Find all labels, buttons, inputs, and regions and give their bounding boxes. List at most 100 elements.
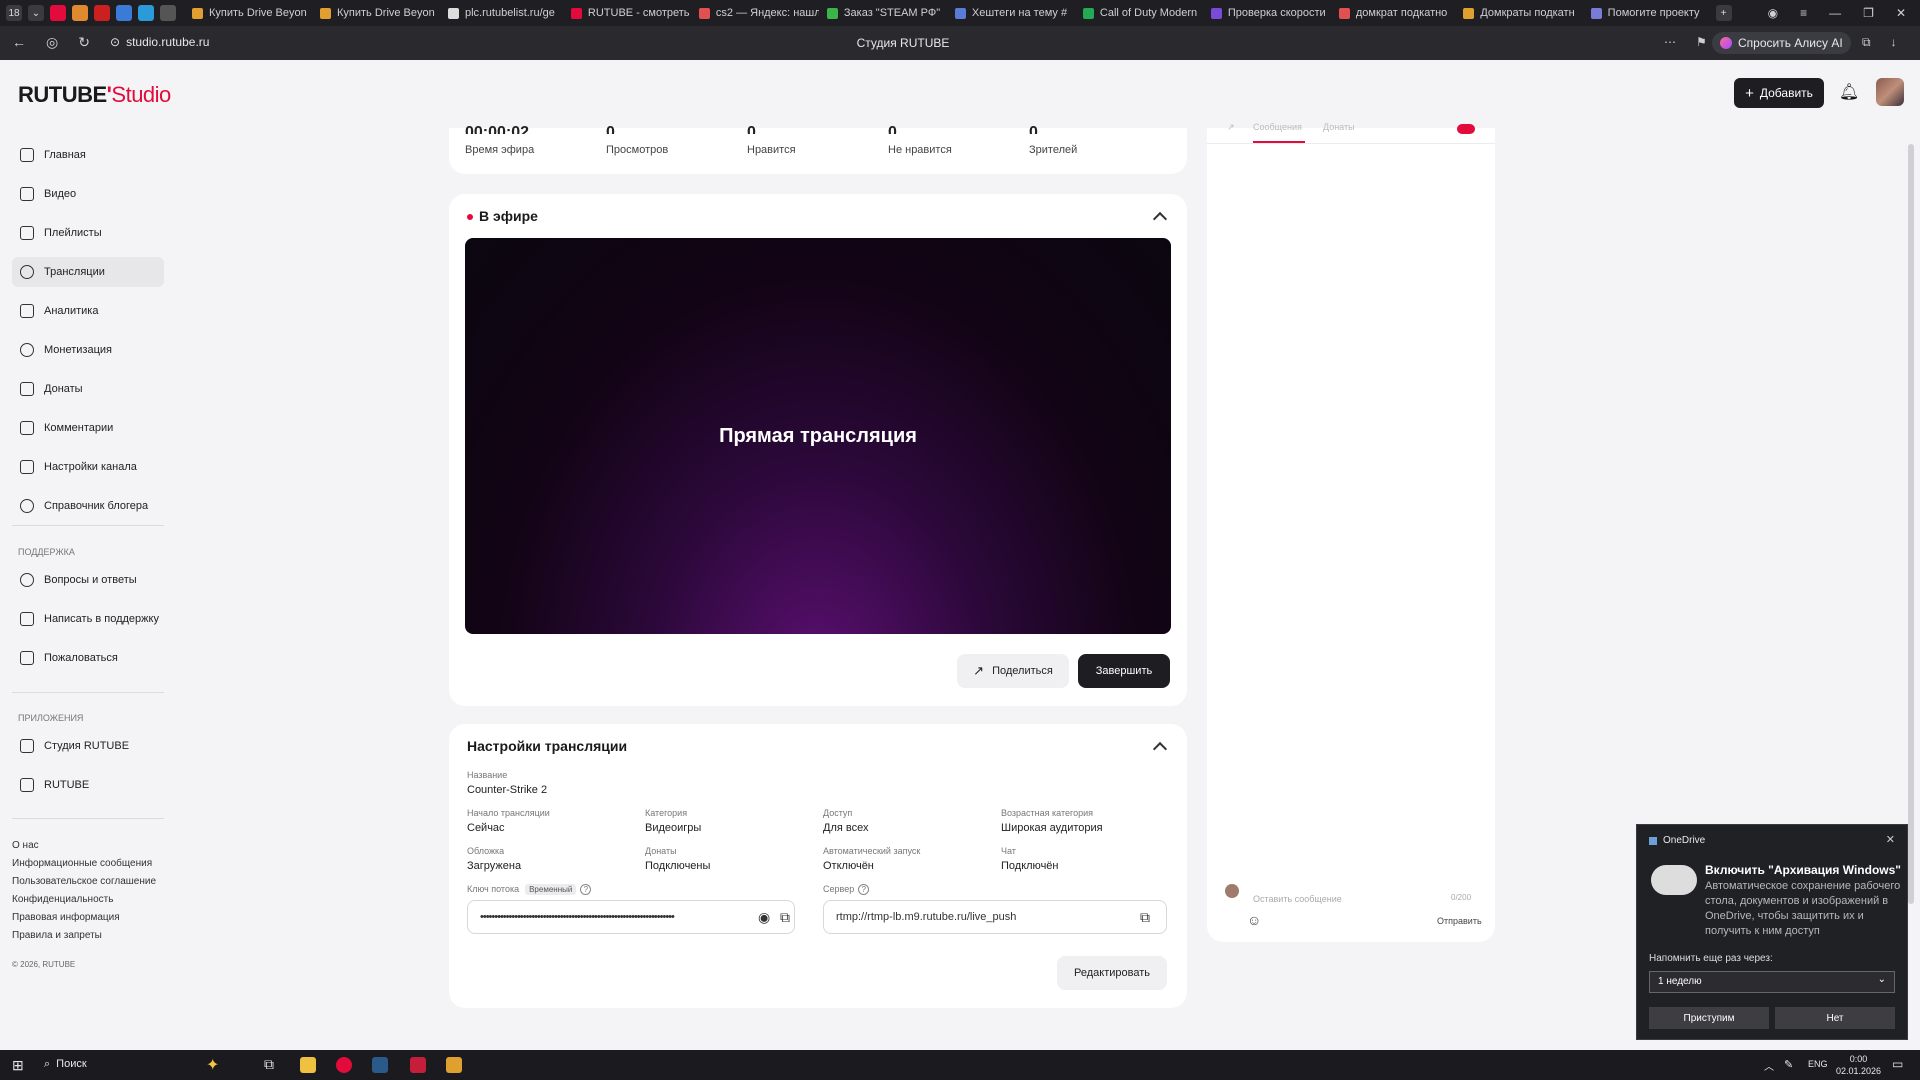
eye-icon[interactable]: ◉ [758,910,772,924]
copilot-icon[interactable]: ✦ [206,1055,219,1075]
explorer-icon[interactable] [300,1057,316,1073]
browser-tab[interactable]: Хештеги на тему # [947,0,1075,26]
video-icon [20,187,34,201]
sidebar-item-home[interactable]: Главная [12,140,164,170]
browser-tab-label: Хештеги на тему # [971,7,1068,19]
tab-messages[interactable]: Сообщения [1253,122,1302,132]
stream-key-field[interactable]: ••••••••••••••••••••••••••••••••••••••••… [467,900,795,934]
sidebar-item-flag[interactable]: Пожаловаться [12,643,164,673]
browser-tab[interactable]: Call of Duty Modern [1075,0,1203,26]
send-button[interactable]: Отправить [1437,916,1482,926]
pinned-tab-icon[interactable] [50,5,66,21]
tab-favicon-icon [954,7,966,19]
more-icon[interactable]: ⋯ [1664,35,1676,49]
app-icon[interactable] [410,1057,426,1073]
avatar[interactable] [1876,78,1904,106]
tab-count-badge[interactable]: 18 [6,5,22,21]
sidebar-item-studio[interactable]: Студия RUTUBE [12,731,164,761]
footer-link[interactable]: О нас [12,840,39,851]
bell-icon[interactable]: 🔔︎ [1838,82,1860,104]
help-icon[interactable]: ? [580,884,592,895]
taskbar-search[interactable]: ⌕ Поиск [44,1058,87,1071]
footer-link[interactable]: Конфиденциальность [12,894,113,905]
alisa-button[interactable]: Спросить Алису AI [1712,32,1851,54]
footer-link[interactable]: Информационные сообщения [12,858,152,869]
decline-button[interactable]: Нет [1775,1007,1895,1029]
close-icon[interactable]: ✕ [1896,6,1906,20]
studio-logo[interactable]: RUTUBE'Studio [18,82,171,108]
pinned-tab-icon[interactable] [72,5,88,21]
tabs-menu-icon[interactable]: ⌄ [28,5,44,21]
profile-icon[interactable]: ◉ [1768,6,1778,20]
app-icon[interactable] [446,1057,462,1073]
pinned-tab-icon[interactable] [116,5,132,21]
finish-button[interactable]: Завершить [1078,654,1170,688]
sidebar-item-comments[interactable]: Комментарии [12,413,164,443]
sidebar-item-gear[interactable]: Настройки канала [12,452,164,482]
edit-button[interactable]: Редактировать [1057,956,1167,990]
browser-tab[interactable]: Купить Drive Beyon [184,0,312,26]
windows-start-icon[interactable]: ⊞ [12,1057,24,1074]
sidebar-item-donations[interactable]: Донаты [12,374,164,404]
pinned-tab-icon[interactable] [94,5,110,21]
footer-link[interactable]: Правовая информация [12,912,120,923]
browser-tab[interactable]: Проверка скорости [1203,0,1331,26]
clock[interactable]: 0:00 02.01.2026 [1836,1053,1881,1077]
remind-select[interactable]: 1 неделю ⌄ [1649,971,1895,993]
browser-tab[interactable]: Помогите проекту [1583,0,1708,26]
pinned-tab-icon[interactable] [138,5,154,21]
page-scrollbar[interactable] [1908,144,1914,904]
minimize-icon[interactable]: — [1829,6,1841,20]
browser-tab[interactable]: cs2 — Яндекс: нашл [691,0,819,26]
collapse-chevron-icon[interactable] [1152,211,1168,227]
network-icon[interactable]: ✎ [1784,1058,1793,1071]
sidebar-item-label: Настройки канала [44,461,137,473]
task-view-icon[interactable]: ⧉ [264,1056,274,1073]
emoji-icon[interactable]: ☺ [1247,912,1261,928]
sidebar-item-analytics[interactable]: Аналитика [12,296,164,326]
browser-tab[interactable]: RUTUBE - смотреть [563,0,691,26]
close-icon[interactable]: ✕ [1886,833,1895,846]
server-field[interactable]: rtmp://rtmp-lb.m9.rutube.ru/live_push ⧉ [823,900,1167,934]
bookmark-icon[interactable]: ⚑ [1696,35,1707,49]
add-button[interactable]: + Добавить [1734,78,1824,108]
browser-tab[interactable]: Домкраты подкатн [1455,0,1582,26]
new-tab-icon[interactable]: + [1715,5,1732,21]
notification-center-icon[interactable]: ▭ [1892,1057,1903,1071]
share-button[interactable]: ↗ Поделиться [957,654,1069,688]
help-icon[interactable]: ? [858,884,870,895]
chat-toggle[interactable] [1457,124,1475,134]
steam-icon[interactable] [372,1057,388,1073]
footer-link[interactable]: Правила и запреты [12,930,102,941]
video-player[interactable]: Прямая трансляция [465,238,1171,634]
sidebar-item-info[interactable]: Справочник блогера [12,491,164,521]
sidebar-item-question[interactable]: Вопросы и ответы [12,565,164,595]
browser-tab[interactable]: домкрат подкатно [1331,0,1455,26]
collapse-chevron-icon[interactable] [1152,741,1168,757]
copy-icon[interactable]: ⧉ [780,910,794,924]
language-indicator[interactable]: ENG [1808,1059,1828,1069]
download-icon[interactable]: ↓ [1891,35,1897,50]
add-button-label: Добавить [1759,86,1813,100]
accept-button[interactable]: Приступим [1649,1007,1769,1029]
copy-icon[interactable]: ⧉ [1140,910,1154,924]
browser-tab[interactable]: plc.rutubelist.ru/ge [440,0,563,26]
pinned-tab-icon[interactable] [160,5,176,21]
sidebar-item-monetization[interactable]: Монетизация [12,335,164,365]
sidebar-item-playlist[interactable]: Плейлисты [12,218,164,248]
browser-tab[interactable]: Купить Drive Beyon [312,0,440,26]
sidebar-item-video[interactable]: Видео [12,179,164,209]
chat-collapse-icon[interactable]: ↗ [1227,122,1235,133]
sidebar-item-rutube[interactable]: RUTUBE [12,770,164,800]
tray-chevron-icon[interactable]: ︿ [1764,1058,1774,1073]
menu-icon[interactable]: ≡ [1800,6,1807,20]
collections-icon[interactable]: ⧉ [1862,35,1871,50]
footer-link[interactable]: Пользовательское соглашение [12,876,156,887]
tab-donations[interactable]: Донаты [1323,122,1355,132]
browser-tab[interactable]: Заказ "STEAM РФ" [819,0,947,26]
restore-icon[interactable]: ❐ [1863,6,1874,20]
yandex-browser-icon[interactable] [336,1057,352,1073]
message-input[interactable]: Оставить сообщение [1253,894,1342,904]
sidebar-item-broadcast[interactable]: Трансляции [12,257,164,287]
sidebar-item-mail[interactable]: Написать в поддержку [12,604,164,634]
